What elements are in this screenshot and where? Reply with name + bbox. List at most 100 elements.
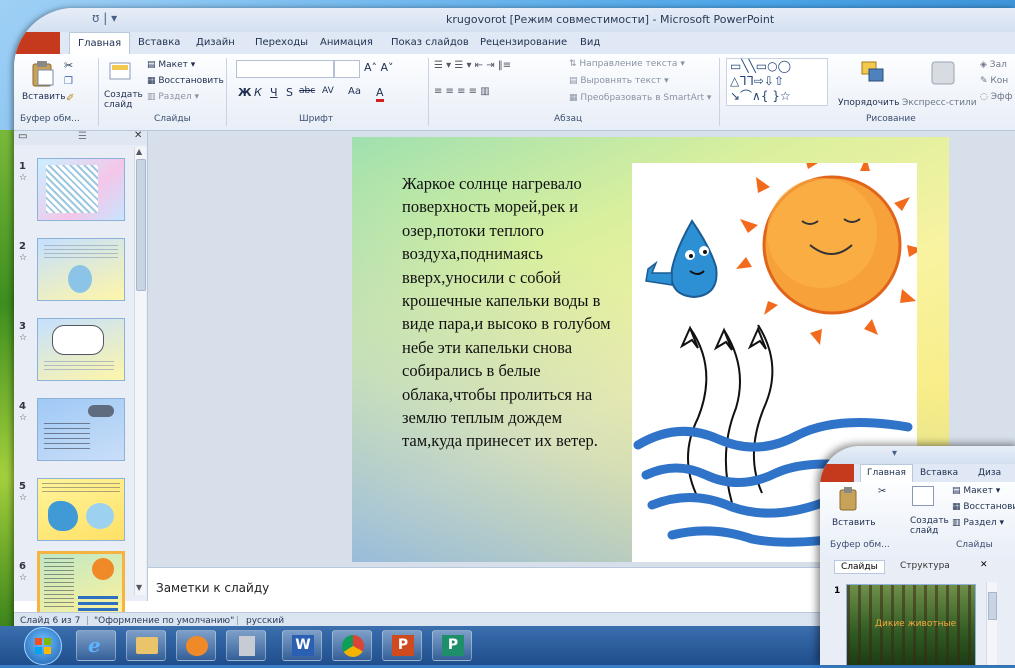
- slide-thumbnail-selected[interactable]: [37, 551, 125, 619]
- slide-thumbnail[interactable]: [37, 398, 125, 461]
- calculator-taskbar-button[interactable]: [226, 630, 266, 661]
- underline-button[interactable]: Ч: [270, 86, 278, 99]
- start-button[interactable]: [24, 627, 62, 665]
- second-clipboard-group-label: Буфер обм...: [830, 540, 890, 550]
- shape-fill-button[interactable]: ◈ Зал: [980, 60, 1007, 70]
- slide-counter: Слайд 6 из 7: [20, 616, 81, 626]
- arrange-button[interactable]: Упорядочить: [838, 98, 899, 108]
- cut-icon[interactable]: ✂: [64, 59, 73, 72]
- second-pane-tab-slides[interactable]: Слайды: [834, 560, 885, 574]
- tab-view[interactable]: Вид: [580, 37, 600, 48]
- italic-button[interactable]: К: [254, 86, 262, 99]
- second-layout-button[interactable]: ▤ Макет ▾: [952, 486, 1000, 496]
- slide-thumbnail[interactable]: [37, 238, 125, 301]
- char-spacing-button[interactable]: AV: [322, 86, 334, 96]
- tab-insert[interactable]: Вставка: [138, 37, 180, 48]
- second-tab-design[interactable]: Диза: [978, 468, 1001, 478]
- paragraph-group-label: Абзац: [554, 114, 583, 124]
- ie-taskbar-button[interactable]: e: [76, 630, 116, 661]
- slide-thumbnail[interactable]: [37, 158, 125, 221]
- second-quick-access[interactable]: ▾: [892, 448, 897, 459]
- second-slide-thumbnail[interactable]: Дикие животные: [846, 584, 976, 665]
- tab-home[interactable]: Главная: [69, 32, 131, 54]
- second-close-pane-icon[interactable]: ✕: [980, 560, 988, 570]
- title-bar: ʊ | ▾ krugovorot [Режим совместимости] -…: [14, 8, 1015, 32]
- slide-thumbnail[interactable]: [37, 478, 125, 541]
- theme-name[interactable]: "Оформление по умолчанию": [94, 616, 234, 626]
- second-slide-title: Дикие животные: [875, 619, 957, 629]
- quick-access-toolbar[interactable]: ʊ | ▾: [92, 11, 117, 25]
- shape-outline-label: Кон: [990, 76, 1009, 86]
- second-scroll-thumb[interactable]: [988, 592, 997, 620]
- shape-effects-label: Эфф: [990, 92, 1013, 102]
- shadow-button[interactable]: S: [286, 86, 293, 99]
- publisher-taskbar-button[interactable]: P: [432, 630, 472, 661]
- second-new-slide-button[interactable]: Создать слайд: [910, 516, 949, 536]
- align-buttons-icon[interactable]: ≡ ≡ ≡ ≡ ▥: [434, 86, 490, 97]
- copy-icon[interactable]: ❐: [64, 76, 73, 87]
- slides-group-label: Слайды: [154, 114, 191, 124]
- explorer-taskbar-button[interactable]: [126, 630, 166, 661]
- shape-effects-button[interactable]: ◌ Эфф: [980, 92, 1012, 102]
- quick-styles-button[interactable]: Экспресс-стили: [902, 98, 977, 108]
- layout-button[interactable]: ▤ Макет ▾: [147, 60, 195, 70]
- second-section-button[interactable]: ▥ Раздел ▾: [952, 518, 1004, 528]
- slide-thumbnail[interactable]: [37, 318, 125, 381]
- second-powerpoint-window[interactable]: ▾ Главная Вставка Диза Вставить ✂ Создат…: [820, 446, 1015, 665]
- scroll-thumb[interactable]: [136, 159, 146, 291]
- second-reset-button[interactable]: ▦ Восстановить: [952, 502, 1015, 512]
- word-taskbar-button[interactable]: W: [282, 630, 322, 661]
- strikethrough-button[interactable]: abc: [299, 86, 315, 96]
- font-color-button[interactable]: A: [376, 86, 384, 102]
- tab-design[interactable]: Дизайн: [196, 37, 235, 48]
- language-indicator[interactable]: русский: [246, 616, 284, 626]
- second-cut-icon[interactable]: ✂: [878, 486, 886, 497]
- new-slide-button[interactable]: Создать слайд: [104, 90, 143, 110]
- media-player-icon: [186, 636, 208, 656]
- new-slide-icon[interactable]: [108, 60, 132, 84]
- arrange-icon[interactable]: [860, 60, 886, 86]
- powerpoint-taskbar-button[interactable]: P: [382, 630, 422, 661]
- second-file-tab[interactable]: [820, 464, 854, 482]
- clipboard-group-label: Буфер обм...: [20, 114, 80, 124]
- text-direction-button[interactable]: ⇅ Направление текста ▾: [569, 59, 685, 69]
- format-painter-icon[interactable]: ✐: [66, 93, 74, 104]
- close-pane-icon[interactable]: ✕: [134, 130, 142, 141]
- second-new-slide-icon[interactable]: [912, 486, 934, 506]
- chrome-taskbar-button[interactable]: [332, 630, 372, 661]
- grow-font-icon[interactable]: A˄ A˅: [364, 61, 394, 74]
- outline-view-icon[interactable]: ☰: [78, 131, 87, 142]
- bold-button[interactable]: Ж: [238, 86, 251, 99]
- second-tab-insert[interactable]: Вставка: [920, 468, 958, 478]
- second-paste-button[interactable]: Вставить: [832, 518, 876, 528]
- second-tab-home[interactable]: Главная: [860, 464, 913, 482]
- font-family-select[interactable]: [236, 60, 334, 78]
- shapes-gallery[interactable]: ▭╲╲▭○◯ △ᒣᒣ⇨⇩⇧ ↘⌒∧{ }☆: [726, 58, 828, 106]
- font-size-select[interactable]: [334, 60, 360, 78]
- scroll-down-icon[interactable]: ▼: [136, 583, 142, 592]
- align-text-button[interactable]: ▤ Выровнять текст ▾: [569, 76, 669, 86]
- scroll-up-icon[interactable]: ▲: [136, 147, 142, 156]
- animation-star-icon: ☆: [19, 413, 28, 423]
- second-pane-tab-outline[interactable]: Структура: [900, 561, 950, 571]
- reset-button[interactable]: ▦ Восстановить: [147, 76, 224, 86]
- paste-button[interactable]: Вставить: [22, 92, 66, 102]
- section-button[interactable]: ▥ Раздел ▾: [147, 92, 199, 102]
- change-case-button[interactable]: Aa: [348, 86, 361, 97]
- tab-review[interactable]: Рецензирование: [480, 37, 567, 48]
- slide-text-box[interactable]: Жаркое солнце нагревало поверхность море…: [402, 172, 622, 453]
- smartart-button[interactable]: ▦ Преобразовать в SmartArt ▾: [569, 93, 711, 103]
- list-buttons-icon[interactable]: ☰ ▾ ☰ ▾ ⇤ ⇥ ‖≡: [434, 60, 511, 71]
- quick-styles-icon[interactable]: [930, 60, 956, 86]
- paste-icon[interactable]: [30, 60, 56, 88]
- second-paste-icon[interactable]: [838, 486, 860, 512]
- slides-view-icon[interactable]: ▭: [18, 131, 27, 142]
- second-pane-scrollbar[interactable]: [986, 582, 997, 665]
- slides-pane-scrollbar[interactable]: ▲ ▼: [134, 147, 146, 595]
- media-player-taskbar-button[interactable]: [176, 630, 216, 661]
- file-tab[interactable]: [14, 32, 60, 54]
- tab-animation[interactable]: Анимация: [320, 37, 373, 48]
- tab-transitions[interactable]: Переходы: [255, 37, 308, 48]
- tab-slideshow[interactable]: Показ слайдов: [391, 37, 469, 48]
- shape-outline-button[interactable]: ✎ Кон: [980, 76, 1008, 86]
